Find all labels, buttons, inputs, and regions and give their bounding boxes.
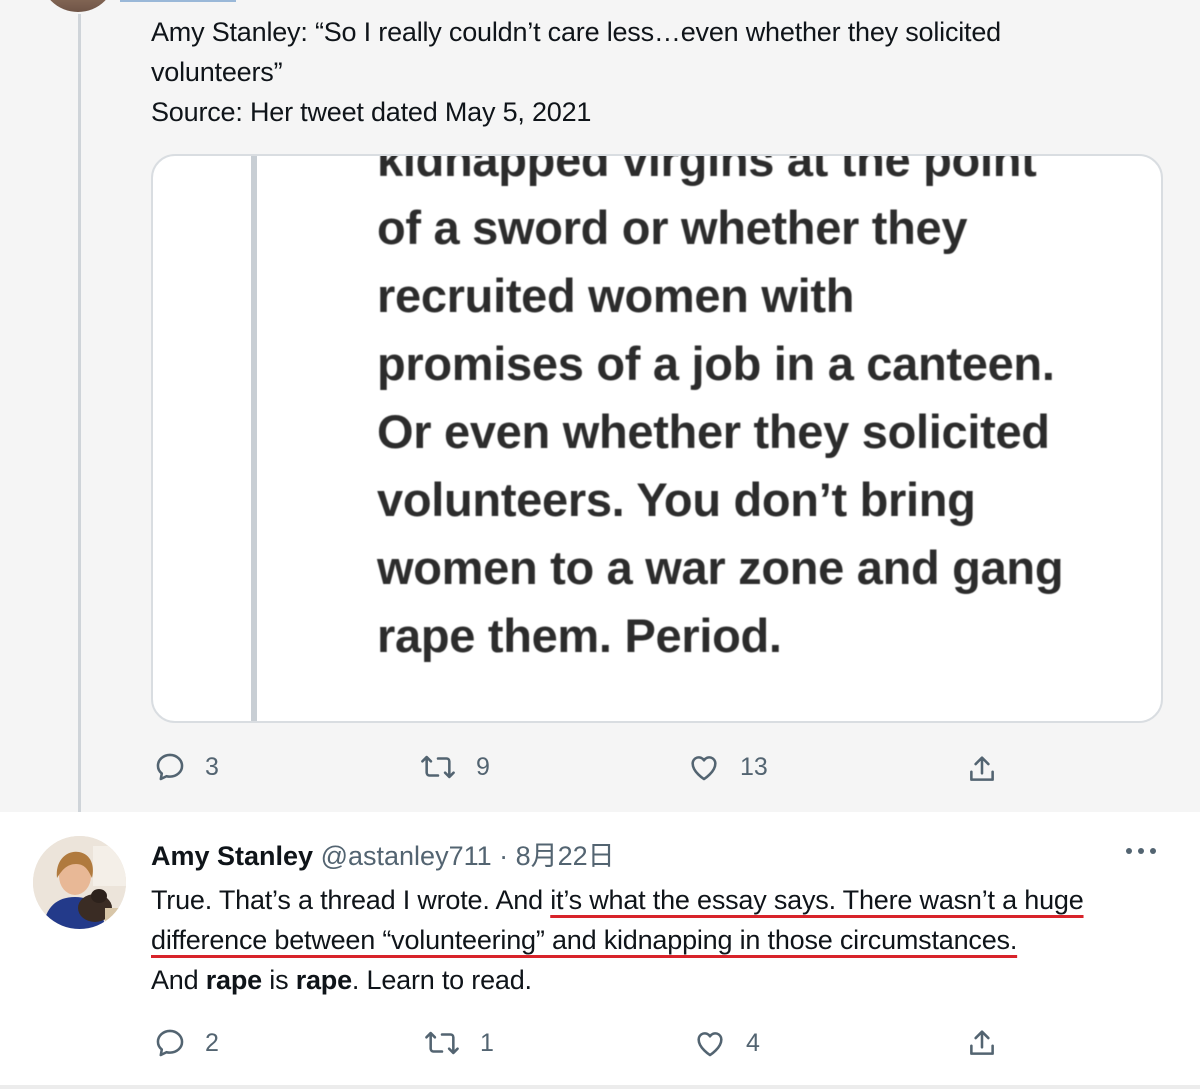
- reply-count: 2: [205, 1028, 219, 1057]
- share-icon: [970, 1030, 994, 1055]
- image-text: kidnapped virgins at the point of a swor…: [377, 154, 1064, 670]
- retweet-icon: [425, 1031, 459, 1055]
- image-text-line: of a sword or whether they: [377, 201, 968, 254]
- like-button[interactable]: 4: [692, 1026, 760, 1060]
- tweet-text-line: And rape is rape. Learn to read.: [151, 960, 1171, 1000]
- underlined-text: difference between “volunteering” and ki…: [151, 925, 1018, 955]
- avatar[interactable]: [40, 0, 116, 12]
- tweet-text-line: difference between “volunteering” and ki…: [151, 920, 1171, 960]
- like-button[interactable]: 13: [686, 750, 768, 784]
- tweet-text-line: Source: Her tweet dated May 5, 2021: [151, 97, 592, 127]
- tweet-text: Amy Stanley: “So I really couldn’t care …: [151, 12, 1131, 132]
- share-icon: [970, 756, 994, 781]
- image-text-line: volunteers. You don’t bring: [377, 473, 976, 526]
- more-options-icon[interactable]: [1126, 848, 1156, 854]
- underlined-text: it’s what the essay says. There wasn’t a…: [550, 885, 1084, 915]
- text-segment: . Learn to read.: [351, 965, 532, 995]
- divider: [0, 1085, 1200, 1089]
- like-count: 4: [746, 1028, 760, 1057]
- text-segment: is: [261, 965, 296, 995]
- heart-icon: [697, 1032, 723, 1057]
- image-text-line: Or even whether they solicited: [377, 405, 1050, 458]
- reply-icon: [156, 1029, 184, 1057]
- quote-bar: [251, 156, 257, 721]
- tweet-header: Amy Stanley @astanley711 · 8月22日: [151, 838, 615, 874]
- tweet-image-card[interactable]: kidnapped virgins at the point of a swor…: [151, 154, 1163, 723]
- share-button[interactable]: [965, 1026, 999, 1060]
- tweet-text-line: volunteers”: [151, 57, 283, 87]
- display-name[interactable]: Amy Stanley: [151, 841, 313, 871]
- divider: [120, 0, 236, 2]
- bold-text: rape: [295, 965, 352, 995]
- retweet-count: 1: [480, 1028, 494, 1057]
- tweet-text-line: True. That’s a thread I wrote. And it’s …: [151, 880, 1171, 920]
- image-text-line: kidnapped virgins at the point: [377, 154, 1037, 186]
- reply-button[interactable]: 2: [153, 1026, 219, 1060]
- reply-count: 3: [205, 752, 219, 781]
- tweet-text-line: Amy Stanley: “So I really couldn’t care …: [151, 17, 1001, 47]
- retweet-count: 9: [476, 752, 490, 781]
- handle-and-date[interactable]: @astanley711 · 8月22日: [321, 841, 615, 871]
- avatar-photo: [33, 836, 126, 929]
- text-segment: And: [151, 965, 206, 995]
- retweet-icon: [421, 755, 455, 779]
- like-count: 13: [740, 752, 768, 781]
- text-segment: True. That’s a thread I wrote. And: [151, 885, 551, 915]
- reply-button[interactable]: 3: [153, 750, 219, 784]
- tweet-reply[interactable]: Amy Stanley @astanley711 · 8月22日 True. T…: [0, 812, 1200, 1089]
- retweet-button[interactable]: 1: [422, 1026, 494, 1060]
- retweet-button[interactable]: 9: [418, 750, 490, 784]
- reply-icon: [156, 753, 184, 781]
- image-text-line: rape them. Period.: [377, 609, 782, 662]
- share-button[interactable]: [965, 752, 999, 786]
- image-text-line: women to a war zone and gang: [377, 541, 1064, 594]
- image-text-line: recruited women with: [377, 269, 855, 322]
- bold-text: rape: [205, 965, 262, 995]
- avatar[interactable]: [33, 836, 126, 929]
- tweet-retweeted[interactable]: Amy Stanley: “So I really couldn’t care …: [0, 0, 1200, 826]
- tweet-text: True. That’s a thread I wrote. And it’s …: [151, 880, 1171, 1000]
- image-text-line: promises of a job in a canteen.: [377, 337, 1055, 390]
- heart-icon: [691, 756, 717, 781]
- thread-connector-line: [78, 14, 81, 826]
